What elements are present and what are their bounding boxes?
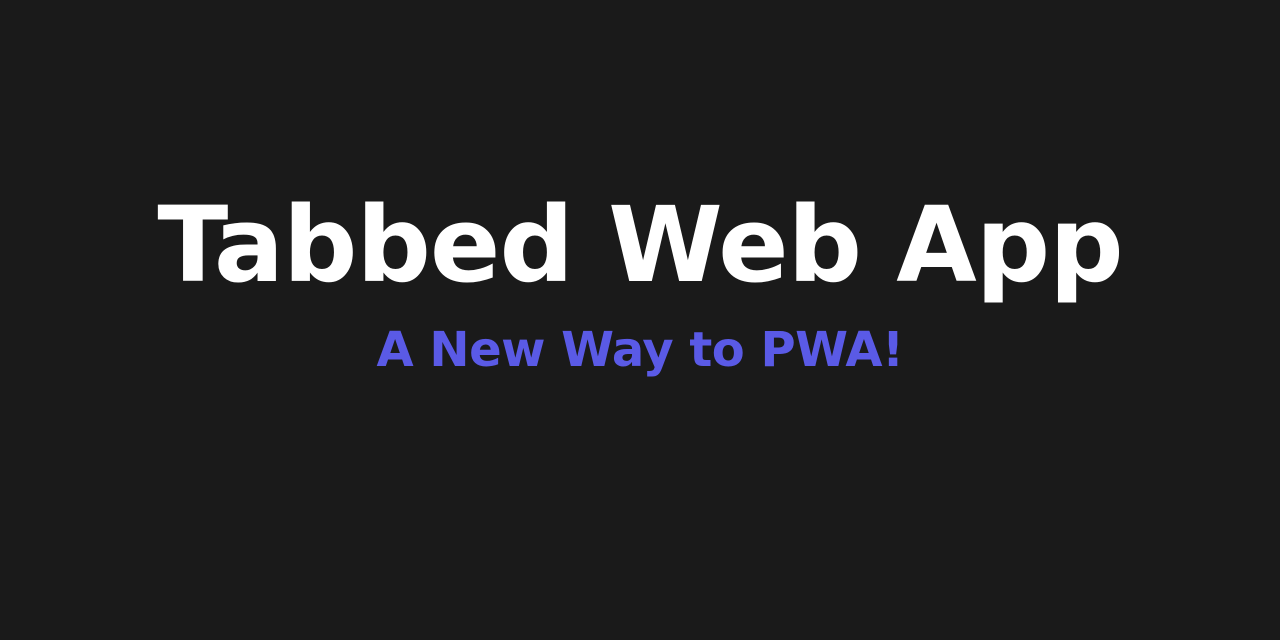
- banner-title: Tabbed Web App: [157, 184, 1123, 306]
- banner-subtitle: A New Way to PWA!: [376, 322, 904, 378]
- banner: Tabbed Web App A New Way to PWA!: [0, 0, 1280, 640]
